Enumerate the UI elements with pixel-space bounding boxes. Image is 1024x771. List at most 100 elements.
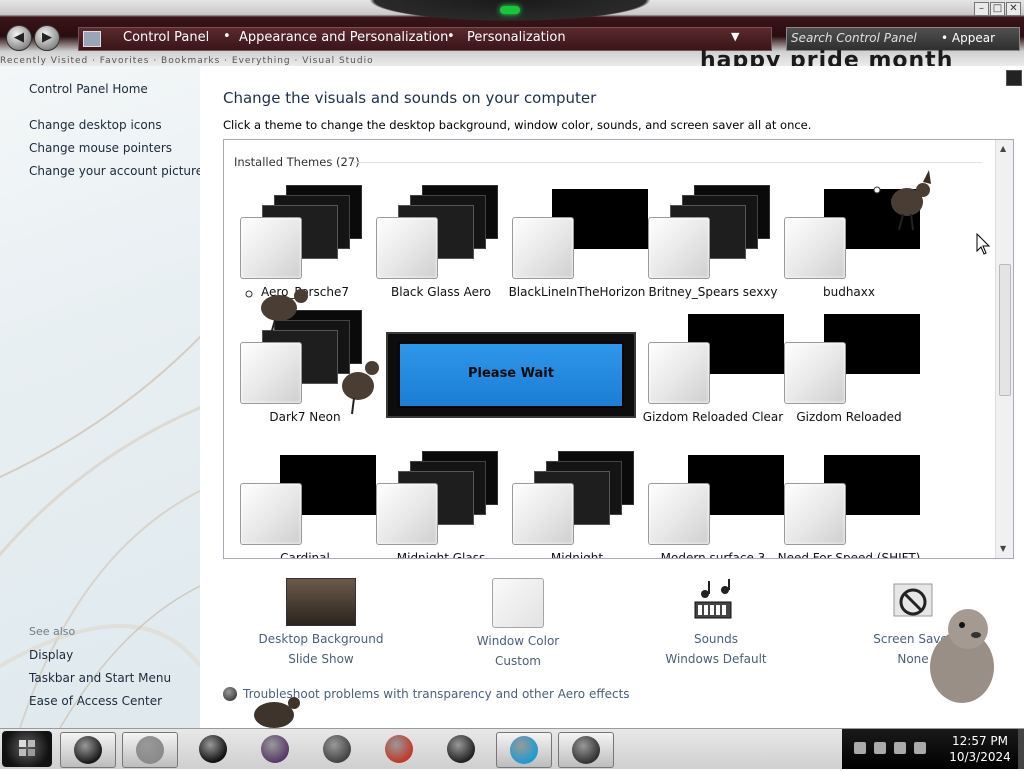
theme-name: Britney_Spears sexxy — [648, 285, 778, 299]
theme-name: Gizdom Reloaded — [796, 410, 902, 424]
theme-color-swatch — [376, 217, 438, 279]
ease-of-access-link[interactable]: Ease of Access Center — [29, 694, 162, 708]
theme-name: Modern surface 3 — [660, 551, 766, 559]
theme-name: Need For Speed (SHIFT) — [777, 551, 921, 559]
maximize-button[interactable]: □ — [990, 2, 1005, 16]
taskbar-button[interactable] — [186, 732, 240, 766]
theme-item[interactable]: Modern surface 3 — [648, 451, 784, 558]
desktop-background-button[interactable]: Desktop Background Slide Show — [251, 578, 391, 666]
game-icon — [510, 736, 538, 764]
address-bar[interactable]: Control Panel • Appearance and Personali… — [78, 27, 772, 51]
theme-name: Gizdom Reloaded Clear — [642, 410, 784, 424]
taskbar-button[interactable] — [122, 732, 178, 768]
taskbar-button[interactable] — [558, 732, 614, 768]
clock-date[interactable]: 10/3/2024 — [942, 750, 1018, 764]
tray-up-arrow-icon[interactable] — [854, 742, 866, 754]
display-link[interactable]: Display — [29, 648, 73, 662]
taskbar-start-menu-link[interactable]: Taskbar and Start Menu — [29, 671, 171, 685]
taskbar-button[interactable] — [248, 732, 302, 766]
left-pane: Control Panel Home Change desktop icons … — [0, 66, 200, 728]
music-notes-icon — [691, 578, 741, 626]
forward-arrow-icon: ▶ — [42, 30, 52, 45]
taskbar-button[interactable] — [496, 732, 552, 768]
section-divider — [352, 162, 982, 163]
page-title: Change the visuals and sounds on your co… — [223, 89, 597, 107]
installed-themes-label: Installed Themes (27) — [234, 155, 360, 169]
theme-color-swatch — [648, 342, 710, 404]
theme-item[interactable]: Black Glass Aero — [376, 185, 506, 313]
volume-icon[interactable] — [914, 742, 926, 754]
breadcrumb-separator-icon[interactable]: • — [223, 29, 231, 44]
close-button[interactable]: ✕ — [1006, 2, 1021, 16]
breadcrumb-personalization[interactable]: Personalization — [467, 30, 566, 45]
theme-color-swatch — [512, 483, 574, 545]
theme-color-swatch — [240, 342, 302, 404]
forward-button[interactable]: ▶ — [34, 25, 60, 51]
see-also-label: See also — [29, 625, 76, 638]
taskbar: 12:57 PM 10/3/2024 — [0, 728, 1024, 769]
scroll-thumb[interactable] — [999, 264, 1011, 396]
theme-color-swatch — [240, 217, 302, 279]
main-content: Change the visuals and sounds on your co… — [200, 66, 1024, 728]
clock-time[interactable]: 12:57 PM — [942, 734, 1018, 748]
scroll-down-icon[interactable]: ▼ — [1000, 544, 1006, 553]
page-subtitle: Click a theme to change the desktop back… — [223, 118, 812, 132]
mouse-cursor-icon — [976, 233, 990, 255]
back-button[interactable]: ◀ — [6, 25, 32, 51]
window-titlebar: ◀ ▶ Control Panel • Appearance and Perso… — [0, 0, 1024, 73]
bird-sprite-icon — [342, 361, 379, 415]
start-button[interactable] — [2, 731, 52, 767]
theme-color-swatch — [784, 217, 846, 279]
theme-item[interactable]: Midnight Glass — [376, 451, 506, 558]
theme-item[interactable]: Midnight — [512, 451, 642, 558]
theme-name: Midnight Glass — [396, 551, 486, 559]
control-panel-home-link[interactable]: Control Panel Home — [29, 82, 148, 96]
help-button[interactable] — [1006, 70, 1022, 86]
network-icon[interactable] — [874, 742, 886, 754]
desktop-background-value: Slide Show — [288, 652, 354, 666]
bird-sprite-icon — [245, 289, 308, 335]
firefox-icon — [261, 735, 289, 763]
change-desktop-icons-link[interactable]: Change desktop icons — [29, 118, 162, 132]
taskbar-button[interactable] — [372, 732, 426, 766]
globe-icon — [199, 735, 227, 763]
window-color-button[interactable]: Window Color Custom — [448, 578, 588, 668]
theme-name: Midnight — [550, 551, 604, 559]
address-dropdown-icon[interactable]: ▼ — [731, 30, 739, 43]
please-wait-dialog: Please Wait — [386, 332, 636, 418]
sounds-button[interactable]: Sounds Windows Default — [646, 578, 786, 666]
theme-color-swatch — [784, 342, 846, 404]
theme-name: Black Glass Aero — [391, 285, 491, 299]
bird-sprite-icon — [254, 697, 300, 728]
theme-item[interactable]: Britney_Spears sexxy — [648, 185, 778, 313]
media-player-icon — [136, 736, 164, 764]
control-panel-icon — [572, 736, 600, 764]
scroll-up-icon[interactable]: ▲ — [1000, 144, 1006, 153]
sounds-label: Sounds — [693, 632, 739, 646]
theme-item[interactable]: Gizdom Reloaded — [784, 310, 920, 438]
theme-item[interactable]: BlackLineInTheHorizon — [509, 185, 648, 313]
sounds-value: Windows Default — [665, 652, 767, 666]
show-desktop-button[interactable] — [1018, 729, 1024, 769]
status-led — [500, 6, 520, 14]
breadcrumb-control-panel[interactable]: Control Panel — [123, 30, 209, 45]
titlebar-dome — [350, 0, 670, 24]
taskbar-button[interactable] — [434, 732, 488, 766]
search-placeholder: Search Control Panel — [791, 31, 917, 45]
minimize-button[interactable]: – — [974, 2, 989, 16]
window-color-label: Window Color — [476, 634, 560, 648]
bird-sprite-icon — [873, 170, 931, 231]
theme-item[interactable]: Gizdom Reloaded Clear — [643, 310, 784, 438]
theme-item[interactable]: Cardinal — [240, 451, 376, 558]
breadcrumb-appearance[interactable]: Appearance and Personalization — [239, 30, 448, 45]
change-account-picture-link[interactable]: Change your account picture — [29, 164, 200, 178]
change-mouse-pointers-link[interactable]: Change mouse pointers — [29, 141, 172, 155]
theme-list-scrollbar[interactable]: ▲ ▼ — [995, 140, 1013, 558]
theme-item[interactable]: Need For Speed (SHIFT) — [778, 451, 920, 558]
please-wait-text: Please Wait — [468, 366, 554, 381]
breadcrumb-separator-icon[interactable]: • — [447, 29, 455, 44]
taskbar-button[interactable] — [60, 732, 116, 768]
taskbar-button[interactable] — [310, 732, 364, 766]
battery-icon[interactable] — [894, 742, 906, 754]
control-panel-icon — [83, 31, 101, 47]
